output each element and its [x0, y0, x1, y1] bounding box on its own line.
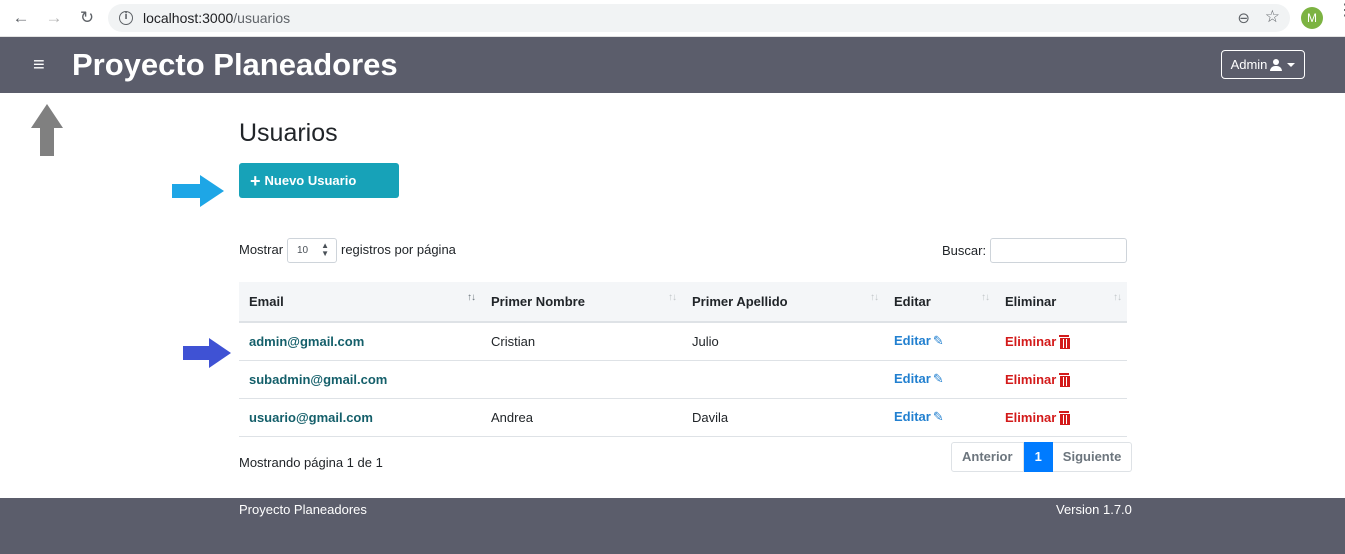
table-header-row: Email ↑↓ Primer Nombre ↑↓ Primer Apellido ↑… — [239, 282, 1127, 322]
email-link[interactable]: usuario@gmail.com — [239, 398, 481, 436]
annotation-arrow-right-icon — [172, 175, 224, 207]
edit-icon: ✎ — [932, 409, 944, 424]
footer-version: Version 1.7.0 — [1056, 502, 1132, 517]
page-size-select[interactable]: 10 ▲ ▼ — [287, 238, 337, 263]
trash-icon — [1059, 334, 1071, 349]
browser-menu-icon[interactable]: ⋮ — [1337, 3, 1345, 19]
edit-icon: ✎ — [932, 333, 944, 349]
trash-icon — [1059, 410, 1071, 425]
column-header-email[interactable]: Email ↑↓ — [239, 282, 481, 322]
previous-page-button[interactable]: Anterior — [951, 442, 1024, 472]
pagination: Anterior 1 Siguiente — [951, 442, 1133, 472]
back-arrow-icon[interactable]: ← — [11, 8, 31, 28]
profile-avatar[interactable]: M — [1301, 7, 1323, 29]
sort-icon: ↑↓ — [668, 292, 677, 303]
edit-link[interactable]: Editar ✎ — [894, 409, 944, 424]
email-link[interactable]: admin@gmail.com — [239, 322, 481, 360]
url-text[interactable]: localhost:3000/usuarios — [143, 10, 290, 26]
edit-cell: Editar ✎ — [884, 360, 995, 398]
delete-link[interactable]: Eliminar — [1005, 409, 1071, 425]
table-row: subadmin@gmail.com Editar ✎ Eliminar — [239, 360, 1127, 398]
table-row: usuario@gmail.com Andrea Davila Editar ✎ … — [239, 398, 1127, 436]
delete-label: Eliminar — [1005, 333, 1057, 349]
info-icon[interactable]: i — [119, 11, 133, 25]
edit-cell: Editar ✎ — [884, 322, 995, 360]
browser-toolbar: ← → ↻ i localhost:3000/usuarios ⊖ ☆ M ⋮ — [0, 0, 1345, 37]
reload-icon[interactable]: ↻ — [77, 8, 97, 28]
brand-title[interactable]: Proyecto Planeadores — [72, 47, 398, 83]
trash-icon — [1059, 372, 1071, 387]
edit-label: Editar — [894, 333, 931, 349]
new-user-label: Nuevo Usuario — [264, 173, 357, 188]
first-name-cell — [481, 360, 682, 398]
annotation-arrow-right-icon — [183, 338, 231, 368]
page-title: Usuarios — [239, 119, 338, 147]
search-input[interactable] — [990, 238, 1127, 263]
last-name-cell: Davila — [692, 409, 729, 425]
header-label: Editar — [894, 294, 931, 309]
sort-icon: ↑↓ — [981, 292, 990, 303]
sort-icon: ↑↓ — [1113, 292, 1122, 303]
sort-icon: ↑↓ — [870, 292, 879, 303]
edit-label: Editar — [894, 371, 931, 386]
column-header-last-name[interactable]: Primer Apellido ↑↓ — [682, 282, 884, 322]
user-menu-button[interactable]: Admin — [1221, 50, 1305, 79]
footer-brand: Proyecto Planeadores — [239, 502, 367, 517]
column-header-edit[interactable]: Editar ↑↓ — [884, 282, 995, 322]
annotation-arrow-up-icon — [31, 104, 63, 156]
table-row: admin@gmail.com Cristian Julio Editar ✎ E… — [239, 322, 1127, 360]
delete-label: Eliminar — [1005, 371, 1057, 387]
sort-icon: ↑↓ — [467, 292, 476, 303]
hamburger-menu-icon[interactable]: ≡ — [33, 55, 45, 75]
url-host: localhost:3000 — [143, 10, 234, 26]
edit-link[interactable]: Editar ✎ — [894, 371, 944, 386]
last-name-cell: Julio — [692, 333, 719, 349]
current-page-button[interactable]: 1 — [1023, 442, 1053, 472]
plus-icon: + — [250, 170, 261, 191]
new-user-button[interactable]: + Nuevo Usuario — [239, 163, 399, 198]
last-name-cell — [682, 360, 884, 398]
first-name-cell: Andrea — [491, 409, 533, 425]
users-table: Email ↑↓ Primer Nombre ↑↓ Primer Apellido ↑… — [239, 282, 1127, 437]
email-link[interactable]: subadmin@gmail.com — [239, 360, 481, 398]
delete-link[interactable]: Eliminar — [1005, 371, 1071, 387]
next-page-button[interactable]: Siguiente — [1052, 442, 1133, 472]
url-path: /usuarios — [233, 10, 291, 26]
zoom-icon[interactable]: ⊖ — [1237, 9, 1250, 27]
address-bar[interactable]: i localhost:3000/usuarios ⊖ ☆ — [108, 4, 1290, 32]
page-size-value: 10 — [297, 245, 309, 256]
header-label: Primer Apellido — [692, 294, 788, 309]
header-label: Primer Nombre — [491, 294, 585, 309]
first-name-cell: Cristian — [491, 333, 536, 349]
user-menu-label: Admin — [1230, 57, 1268, 72]
edit-icon: ✎ — [932, 371, 944, 386]
delete-link[interactable]: Eliminar — [1005, 333, 1071, 349]
edit-cell: Editar ✎ — [884, 398, 995, 436]
header-label: Email — [249, 294, 284, 309]
per-page-label: registros por página — [341, 242, 456, 257]
delete-label: Eliminar — [1005, 409, 1057, 425]
footer: Proyecto Planeadores Version 1.7.0 — [0, 498, 1345, 554]
bookmark-star-icon[interactable]: ☆ — [1265, 7, 1280, 27]
caret-down-icon — [1287, 62, 1296, 67]
delete-cell: Eliminar — [995, 398, 1127, 436]
show-label: Mostrar — [239, 242, 284, 257]
user-icon — [1270, 58, 1283, 71]
delete-cell: Eliminar — [995, 360, 1127, 398]
column-header-delete[interactable]: Eliminar ↑↓ — [995, 282, 1127, 322]
app-navbar: ≡ Proyecto Planeadores Admin — [0, 37, 1345, 93]
forward-arrow-icon[interactable]: → — [44, 8, 64, 28]
select-arrows-icon: ▲ ▼ — [321, 241, 329, 258]
delete-cell: Eliminar — [995, 322, 1127, 360]
edit-link[interactable]: Editar ✎ — [894, 333, 944, 348]
page-info: Mostrando página 1 de 1 — [239, 455, 383, 470]
header-label: Eliminar — [1005, 294, 1057, 309]
search-label: Buscar: — [942, 243, 987, 258]
edit-label: Editar — [894, 409, 931, 424]
column-header-first-name[interactable]: Primer Nombre ↑↓ — [481, 282, 682, 322]
